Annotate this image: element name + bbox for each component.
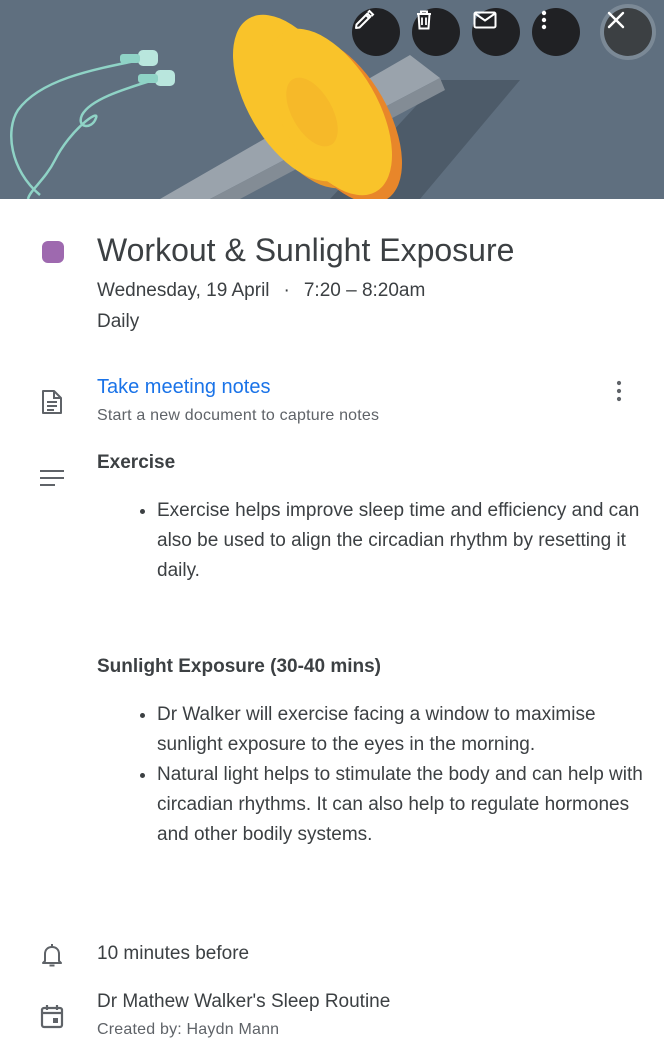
- description-icon: [40, 470, 64, 486]
- trash-icon: [417, 10, 431, 30]
- list-item: Exercise helps improve sleep time and ef…: [157, 496, 645, 586]
- event-datetime: Wednesday, 19 April · 7:20 – 8:20am: [97, 280, 425, 302]
- meeting-notes-subtitle: Start a new document to capture notes: [97, 407, 380, 424]
- calendar-icon: [40, 1005, 64, 1029]
- earphones-illustration: [10, 50, 175, 199]
- mail-icon: [473, 11, 497, 29]
- event-date: Wednesday, 19 April: [97, 280, 270, 301]
- sunlight-bullet-list: Dr Walker will exercise facing a window …: [97, 700, 645, 850]
- close-icon: [607, 11, 625, 29]
- datetime-separator: ·: [283, 280, 290, 301]
- document-icon: [42, 390, 62, 414]
- close-button[interactable]: [604, 8, 652, 56]
- header-banner-image: [0, 0, 664, 199]
- notes-more-options-icon[interactable]: [607, 379, 631, 403]
- calendar-creator: Created by: Haydn Mann: [97, 1021, 280, 1038]
- more-options-button[interactable]: [532, 8, 580, 56]
- event-description: Exercise Exercise helps improve sleep ti…: [97, 450, 645, 850]
- list-item: Natural light helps to stimulate the bod…: [157, 760, 645, 850]
- pencil-icon: [355, 9, 375, 29]
- event-recurrence: Daily: [97, 311, 140, 332]
- email-guests-button[interactable]: [472, 8, 520, 56]
- reminder-text: 10 minutes before: [97, 943, 250, 964]
- more-vert-icon: [541, 10, 547, 30]
- take-meeting-notes-link[interactable]: Take meeting notes: [97, 376, 270, 399]
- list-item: Dr Walker will exercise facing a window …: [157, 700, 645, 760]
- event-title: Workout & Sunlight Exposure: [97, 232, 515, 268]
- edit-event-button[interactable]: [352, 8, 400, 56]
- delete-event-button[interactable]: [412, 8, 460, 56]
- exercise-bullet-list: Exercise helps improve sleep time and ef…: [97, 496, 645, 586]
- bell-icon: [42, 944, 62, 967]
- description-heading-sunlight: Sunlight Exposure (30-40 mins): [97, 656, 381, 677]
- description-heading-exercise: Exercise: [97, 452, 176, 473]
- calendar-name: Dr Mathew Walker's Sleep Routine: [97, 991, 391, 1012]
- event-time: 7:20 – 8:20am: [303, 280, 426, 301]
- event-color-swatch: [42, 241, 64, 263]
